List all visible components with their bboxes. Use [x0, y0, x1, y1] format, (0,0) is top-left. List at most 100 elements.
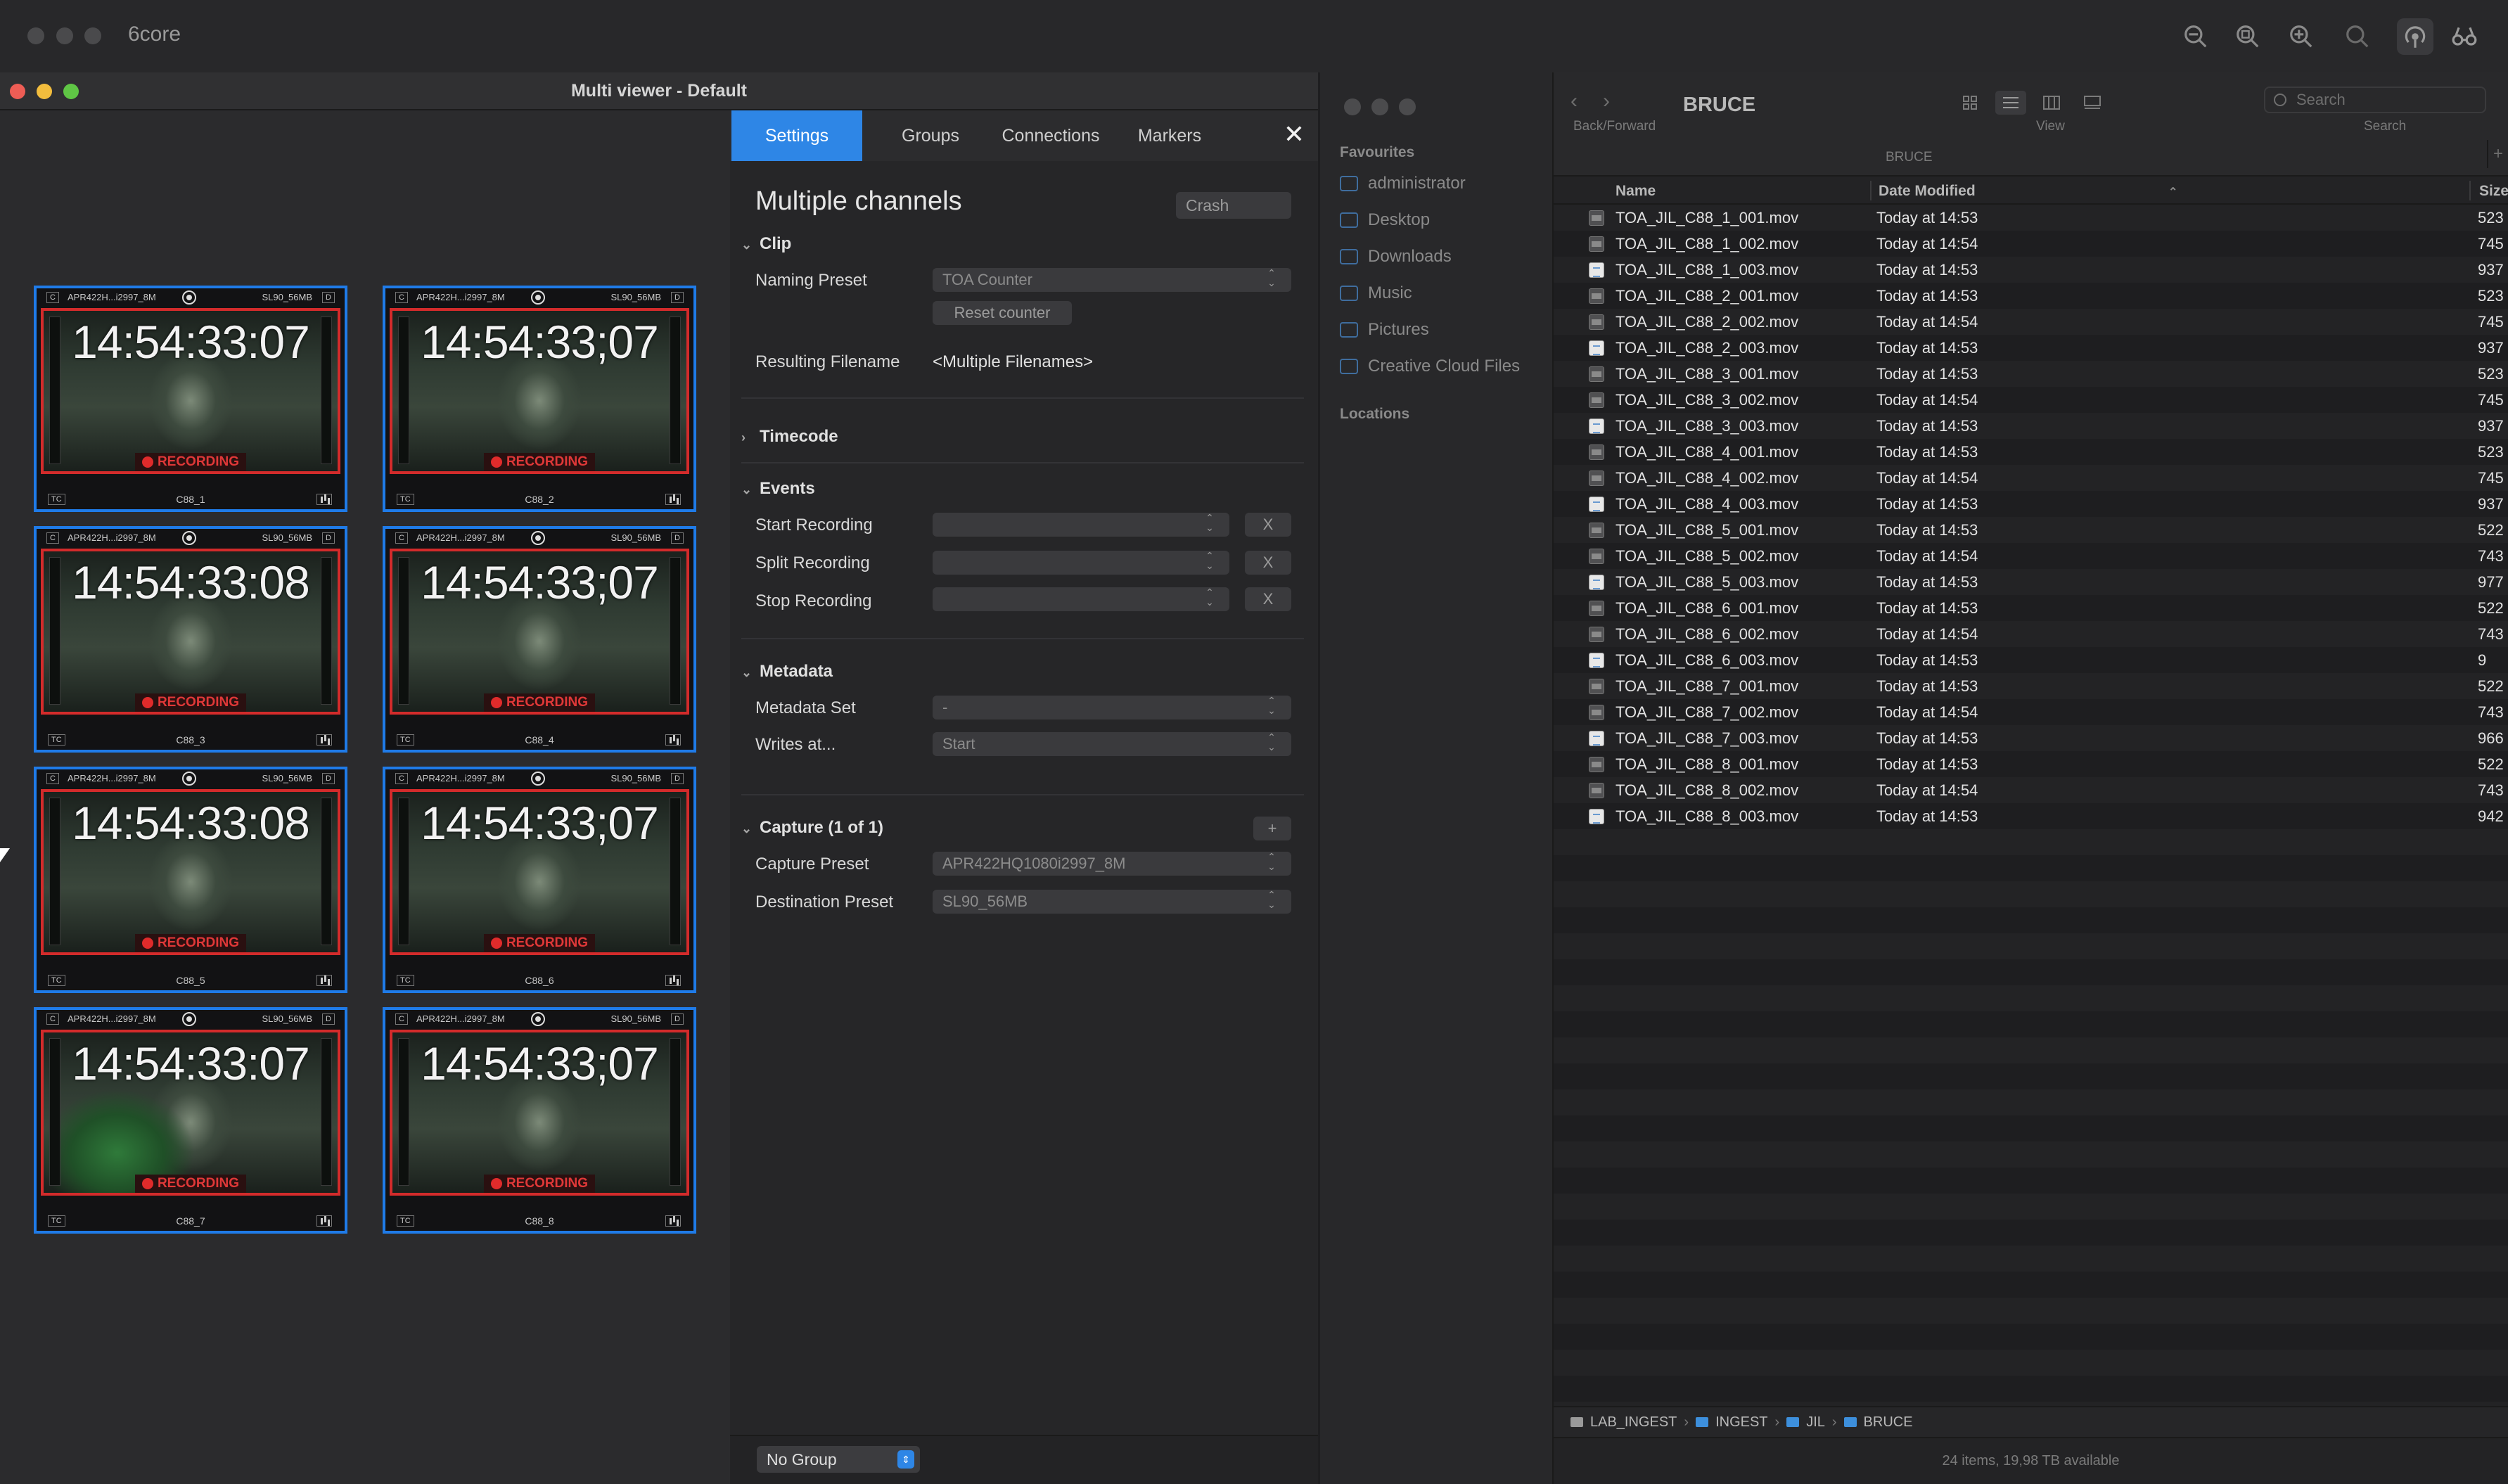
file-row[interactable]: TOA_JIL_C88_7_002.mov Today at 14:54 743 [1554, 699, 2508, 725]
tab-connections[interactable]: Connections [987, 110, 1114, 161]
naming-preset-select[interactable]: TOA Counter [933, 268, 1291, 292]
video-preview[interactable]: 14:54:33:07 RECORDING [41, 1030, 340, 1196]
levels-icon[interactable] [665, 975, 681, 986]
file-row[interactable]: TOA_JIL_C88_8_003.mov Today at 14:53 942 [1554, 803, 2508, 829]
zoom-reset-icon[interactable] [2339, 18, 2376, 55]
broadcast-icon[interactable] [2397, 18, 2433, 55]
record-indicator-icon[interactable] [531, 772, 545, 786]
zoom-in-icon[interactable] [2283, 18, 2320, 55]
close-window-button[interactable] [27, 27, 44, 44]
record-indicator-icon[interactable] [182, 531, 196, 545]
file-row[interactable]: TOA_JIL_C88_4_003.mov Today at 14:53 937 [1554, 491, 2508, 517]
section-timecode[interactable]: › Timecode [741, 427, 838, 447]
section-clip[interactable]: ⌄ Clip [741, 234, 791, 254]
tile-corner-right[interactable]: D [671, 292, 684, 303]
finder-close-button[interactable] [1344, 98, 1361, 115]
path-item[interactable]: BRUCE [1864, 1414, 1913, 1431]
section-events[interactable]: ⌄ Events [741, 479, 815, 499]
column-separator[interactable] [1870, 181, 1872, 200]
levels-icon[interactable] [316, 1215, 332, 1227]
channel-tile[interactable]: C APR422H...i2997_8M SL90_56MB D 14:54:33;07… [383, 286, 696, 512]
tile-corner-left[interactable]: C [395, 292, 408, 303]
video-preview[interactable]: 14:54:33;07 RECORDING [390, 789, 689, 955]
tile-corner-left[interactable]: C [395, 532, 408, 544]
file-row[interactable]: TOA_JIL_C88_3_002.mov Today at 14:54 745 [1554, 387, 2508, 413]
file-row[interactable]: TOA_JIL_C88_5_002.mov Today at 14:54 743 [1554, 543, 2508, 569]
record-indicator-icon[interactable] [531, 531, 545, 545]
path-item[interactable]: LAB_INGEST [1590, 1414, 1677, 1431]
file-row[interactable]: TOA_JIL_C88_8_002.mov Today at 14:54 743 [1554, 777, 2508, 803]
video-preview[interactable]: 14:54:33;07 RECORDING [390, 1030, 689, 1196]
list-view-icon[interactable] [1995, 91, 2026, 115]
tile-corner-right[interactable]: D [322, 532, 335, 544]
column-name[interactable]: Name [1616, 183, 1656, 200]
levels-icon[interactable] [316, 734, 332, 746]
file-row[interactable]: TOA_JIL_C88_2_001.mov Today at 14:53 523 [1554, 283, 2508, 309]
finder-zoom-button[interactable] [1399, 98, 1416, 115]
search-input[interactable]: Search [2264, 87, 2486, 113]
back-icon[interactable]: ‹ [1570, 89, 1578, 113]
path-item[interactable]: INGEST [1715, 1414, 1767, 1431]
finder-minimize-button[interactable] [1371, 98, 1388, 115]
mode-select[interactable]: Crash [1176, 192, 1291, 219]
file-row[interactable]: TOA_JIL_C88_6_003.mov Today at 14:53 9 [1554, 647, 2508, 673]
gallery-view-icon[interactable] [2077, 91, 2108, 115]
sidebar-item-administrator[interactable]: administrator [1340, 174, 1466, 193]
levels-icon[interactable] [316, 494, 332, 505]
video-preview[interactable]: 14:54:33:08 RECORDING [41, 789, 340, 955]
file-row[interactable]: TOA_JIL_C88_7_001.mov Today at 14:53 522 [1554, 673, 2508, 699]
file-row[interactable]: TOA_JIL_C88_5_001.mov Today at 14:53 522 [1554, 517, 2508, 543]
close-panel-button[interactable]: ✕ [1280, 120, 1308, 148]
tile-corner-left[interactable]: C [46, 292, 59, 303]
tile-corner-left[interactable]: C [46, 1013, 59, 1025]
file-row[interactable]: TOA_JIL_C88_3_003.mov Today at 14:53 937 [1554, 413, 2508, 439]
file-row[interactable]: TOA_JIL_C88_4_002.mov Today at 14:54 745 [1554, 465, 2508, 491]
tile-corner-right[interactable]: D [322, 292, 335, 303]
binoculars-icon[interactable] [2446, 18, 2483, 55]
destination-preset-select[interactable]: SL90_56MB [933, 890, 1291, 914]
tab-markers[interactable]: Markers [1124, 110, 1215, 161]
forward-icon[interactable]: › [1603, 89, 1610, 113]
icon-view-icon[interactable] [1954, 91, 1985, 115]
tab-groups[interactable]: Groups [885, 110, 976, 161]
add-tab-button[interactable]: + [2487, 140, 2508, 168]
file-row[interactable]: TOA_JIL_C88_8_001.mov Today at 14:53 522 [1554, 751, 2508, 777]
video-preview[interactable]: 14:54:33;07 RECORDING [390, 549, 689, 715]
path-item[interactable]: JIL [1806, 1414, 1825, 1431]
file-row[interactable]: TOA_JIL_C88_1_002.mov Today at 14:54 745 [1554, 231, 2508, 257]
stop-recording-select[interactable] [933, 587, 1229, 611]
tab-settings[interactable]: Settings [731, 110, 862, 161]
section-capture[interactable]: ⌄ Capture (1 of 1) [741, 818, 883, 838]
section-metadata[interactable]: ⌄ Metadata [741, 662, 833, 682]
tile-corner-left[interactable]: C [395, 773, 408, 784]
tile-corner-right[interactable]: D [671, 532, 684, 544]
tile-corner-left[interactable]: C [46, 773, 59, 784]
tile-corner-left[interactable]: C [395, 1013, 408, 1025]
channel-tile[interactable]: C APR422H...i2997_8M SL90_56MB D 14:54:33:07… [34, 286, 347, 512]
zoom-fit-icon[interactable] [2229, 18, 2266, 55]
zoom-window-button[interactable] [84, 27, 101, 44]
file-row[interactable]: TOA_JIL_C88_5_003.mov Today at 14:53 977 [1554, 569, 2508, 595]
video-preview[interactable]: 14:54:33:08 RECORDING [41, 549, 340, 715]
levels-icon[interactable] [316, 975, 332, 986]
video-preview[interactable]: 14:54:33:07 RECORDING [41, 308, 340, 474]
column-size[interactable]: Size [2479, 183, 2508, 200]
tile-corner-right[interactable]: D [322, 773, 335, 784]
file-row[interactable]: TOA_JIL_C88_6_001.mov Today at 14:53 522 [1554, 595, 2508, 621]
channel-tile[interactable]: C APR422H...i2997_8M SL90_56MB D 14:54:33:08… [34, 767, 347, 993]
sidebar-item-pictures[interactable]: Pictures [1340, 320, 1429, 340]
group-select[interactable]: No Group ⇕ [757, 1446, 920, 1473]
record-indicator-icon[interactable] [531, 290, 545, 305]
split-recording-clear-button[interactable]: X [1245, 551, 1291, 575]
video-preview[interactable]: 14:54:33;07 RECORDING [390, 308, 689, 474]
file-row[interactable]: TOA_JIL_C88_4_001.mov Today at 14:53 523 [1554, 439, 2508, 465]
sidebar-item-desktop[interactable]: Desktop [1340, 210, 1430, 230]
split-recording-select[interactable] [933, 551, 1229, 575]
capture-preset-select[interactable]: APR422HQ1080i2997_8M [933, 852, 1291, 876]
column-view-icon[interactable] [2036, 91, 2067, 115]
levels-icon[interactable] [665, 494, 681, 505]
channel-tile[interactable]: C APR422H...i2997_8M SL90_56MB D 14:54:33;07… [383, 767, 696, 993]
zoom-out-icon[interactable] [2177, 18, 2214, 55]
sort-ascending-icon[interactable]: ⌃ [2168, 185, 2177, 199]
stop-recording-clear-button[interactable]: X [1245, 587, 1291, 611]
